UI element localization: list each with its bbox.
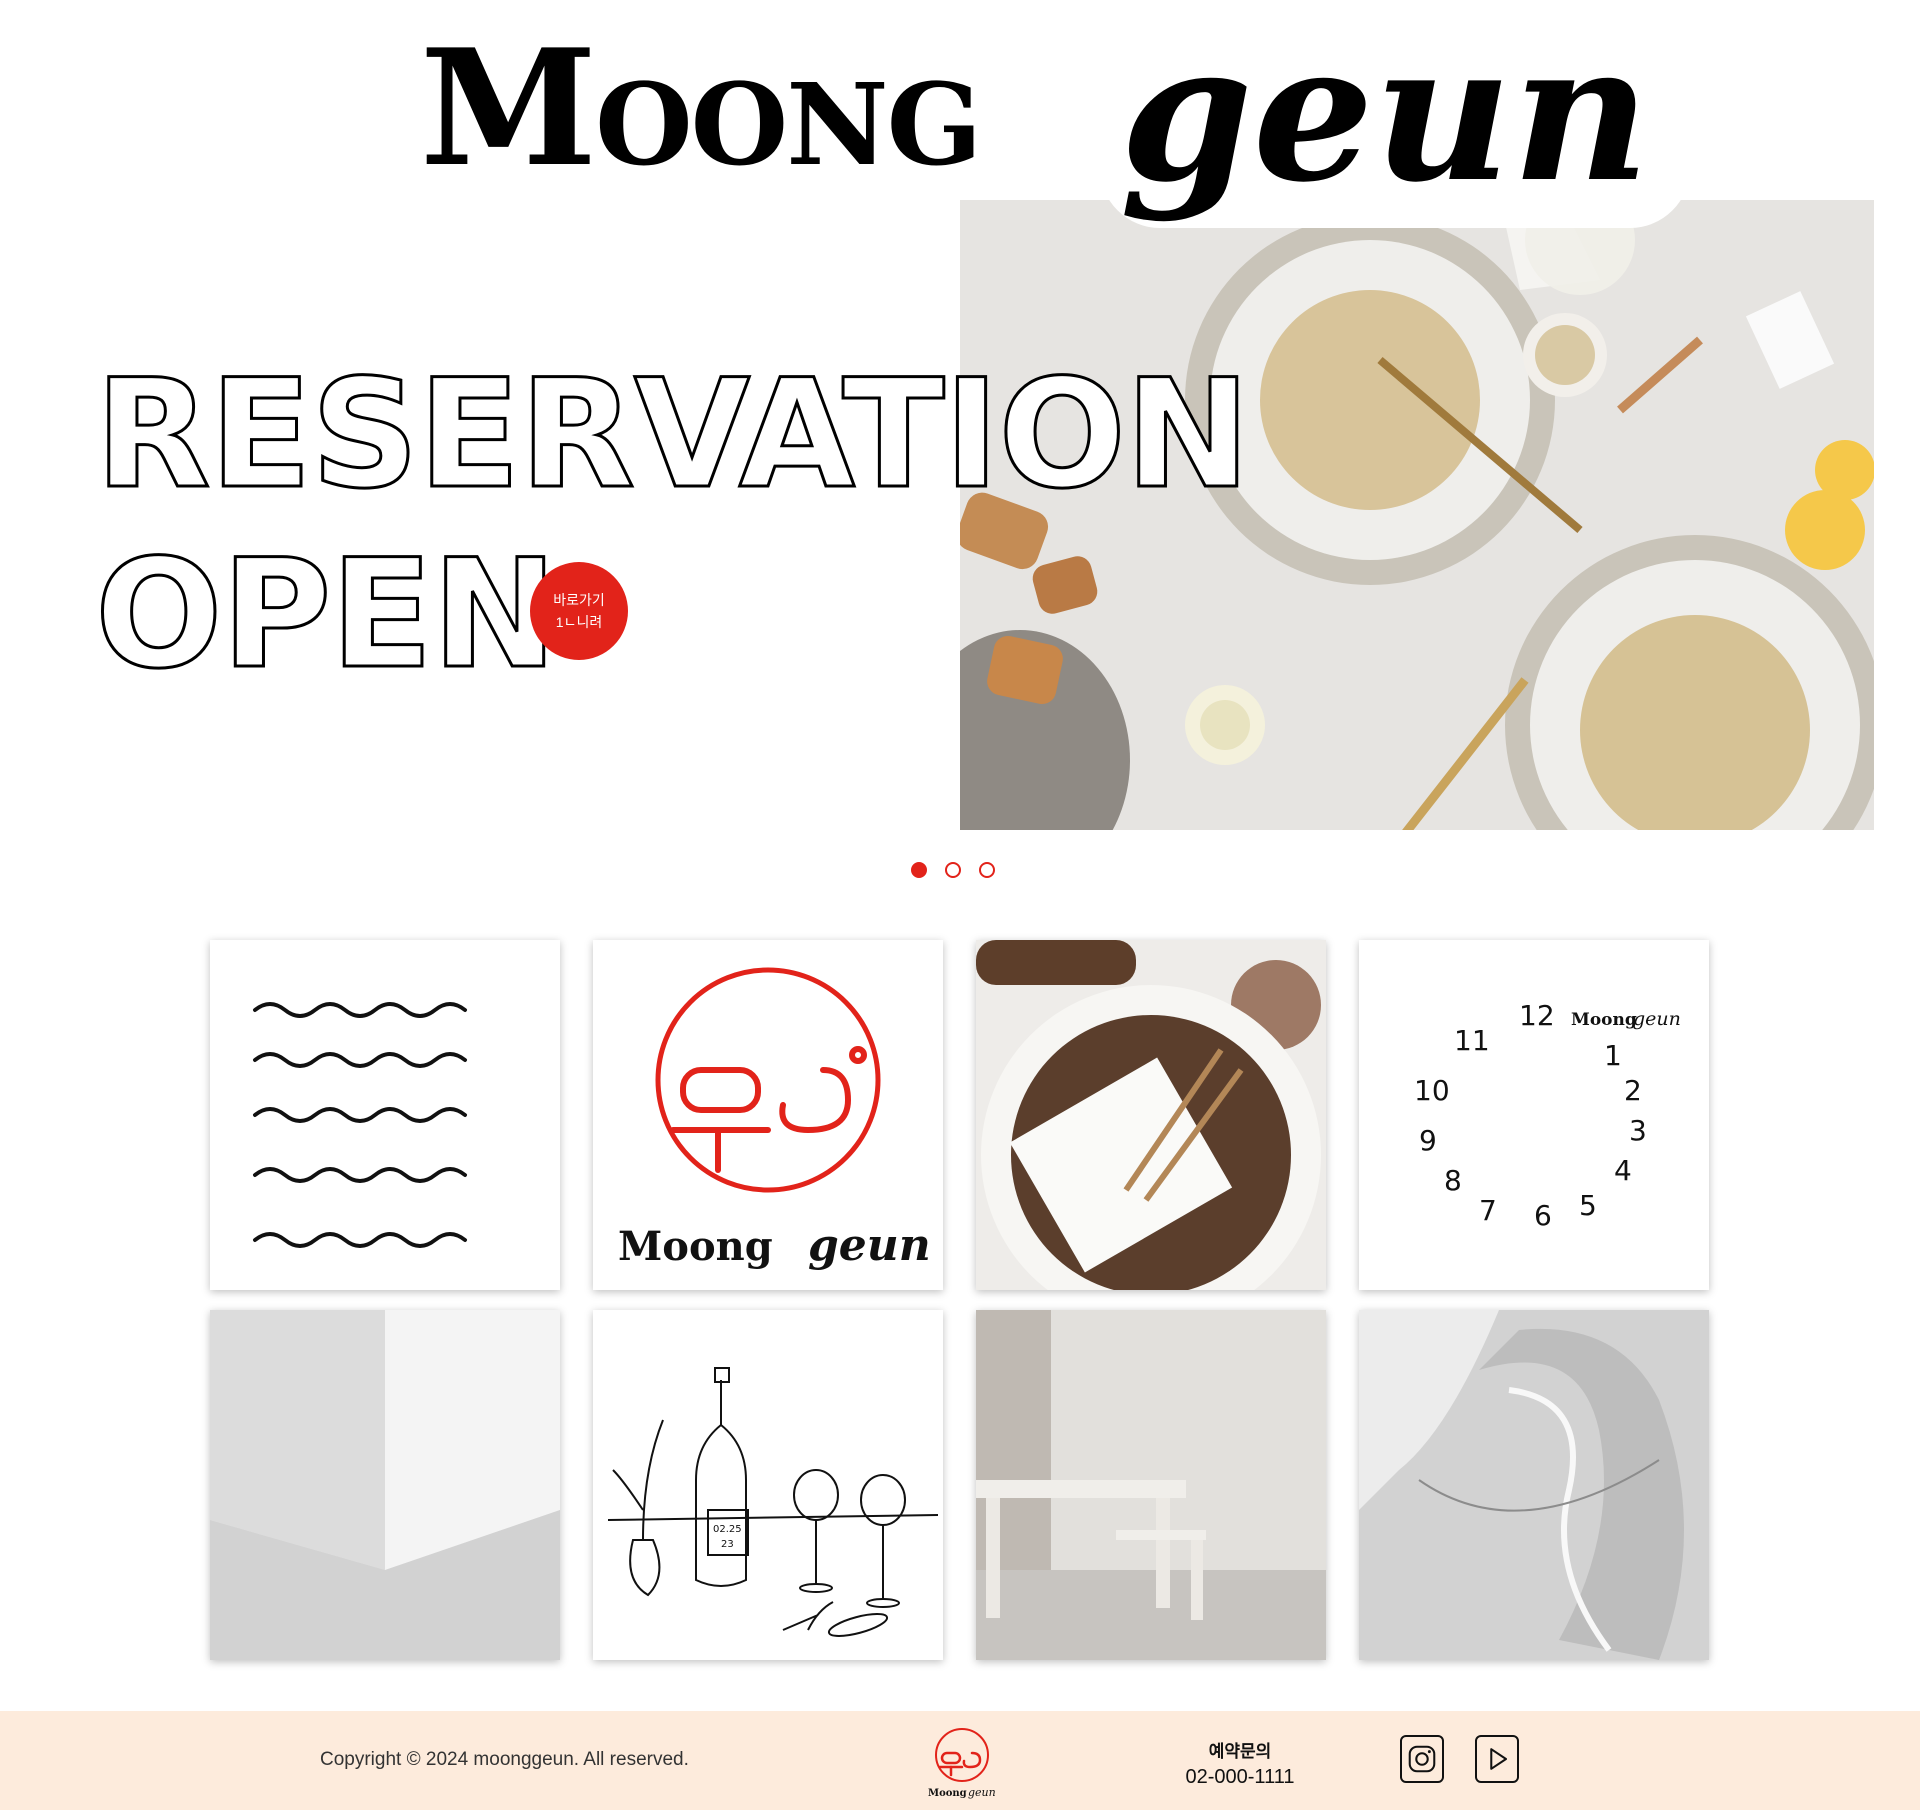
clock-brand-geun: geun [1633, 1008, 1681, 1030]
footer: Copyright © 2024 moonggeun. All reserved… [0, 1711, 1920, 1810]
instagram-link[interactable] [1400, 1735, 1444, 1783]
gallery-tile-waves[interactable] [210, 940, 560, 1290]
gallery-tile-sketch[interactable]: 02.25 23 [593, 1310, 943, 1660]
clock-brand-moong: Moong [1571, 1010, 1637, 1030]
footer-copyright: Copyright © 2024 moonggeun. All reserved… [320, 1749, 689, 1770]
footer-logo-geun: geun [968, 1786, 996, 1799]
gallery-tile-white-corner[interactable] [210, 1310, 560, 1660]
sketch-note-date: 02.25 [713, 1524, 742, 1535]
clock-number-4: 4 [1614, 1154, 1632, 1187]
clock-number-11: 11 [1454, 1024, 1490, 1057]
logo-geun: geun [1100, 18, 1691, 228]
clock-number-8: 8 [1444, 1164, 1462, 1197]
hero-title-open: OPEN [93, 528, 558, 702]
clock-number-2: 2 [1624, 1074, 1642, 1107]
gallery-tile-logo[interactable]: Moong geun [593, 940, 943, 1290]
clock-number-3: 3 [1629, 1114, 1647, 1147]
slider-dot-1[interactable] [911, 862, 927, 878]
clock-number-9: 9 [1419, 1124, 1437, 1157]
youtube-play-icon [1490, 1748, 1508, 1770]
slider-dot-3[interactable] [979, 862, 995, 878]
clock-number-5: 5 [1579, 1189, 1597, 1222]
instagram-icon [1408, 1745, 1436, 1773]
clock-number-6: 6 [1534, 1199, 1552, 1232]
gallery-tile-interior[interactable] [976, 1310, 1326, 1660]
shortcut-badge[interactable]: 바로가기 1ㄴ니려 [530, 562, 628, 660]
youtube-link[interactable] [1475, 1735, 1519, 1783]
clock-number-12: 12 [1519, 999, 1555, 1032]
clock-number-7: 7 [1479, 1194, 1497, 1227]
gallery-tile-clock[interactable]: 12 1 2 3 4 5 6 7 8 9 10 11 Moong geun [1359, 940, 1709, 1290]
slider-dot-2[interactable] [945, 862, 961, 878]
tile-logo-geun: geun [808, 1220, 931, 1271]
gallery-tile-glass-sculpture[interactable] [1359, 1310, 1709, 1660]
brand-logo[interactable]: Moong geun [420, 14, 1691, 248]
gallery-tile-tableware[interactable] [976, 940, 1326, 1290]
logo-moong: Moong [420, 14, 982, 202]
footer-logo-moong: Moong [928, 1788, 967, 1799]
clock-number-10: 10 [1414, 1074, 1450, 1107]
shortcut-badge-sub: 1ㄴ니려 [555, 614, 603, 630]
reservation-title: 예약문의 [1208, 1742, 1272, 1761]
reservation-contact: 예약문의 02-000-1111 [1170, 1737, 1310, 1789]
shortcut-badge-label: 바로가기 [553, 591, 605, 608]
clock-number-1: 1 [1604, 1039, 1622, 1072]
slider-pagination [911, 862, 995, 878]
reservation-phone[interactable]: 02-000-1111 [1170, 1766, 1310, 1789]
tile-logo-moong: Moong [618, 1223, 773, 1270]
footer-logo[interactable]: Moong geun [924, 1725, 1000, 1801]
sketch-note-year: 23 [721, 1539, 734, 1550]
hero-title-reservation: RESERVATION [94, 348, 1253, 522]
